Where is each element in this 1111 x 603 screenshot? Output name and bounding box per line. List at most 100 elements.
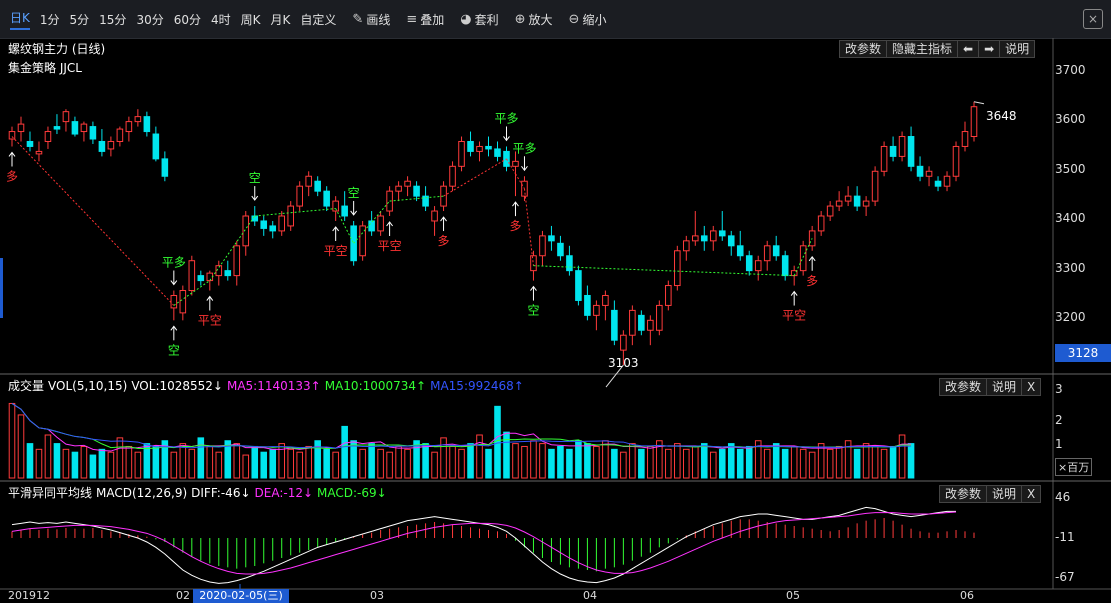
volume-bar xyxy=(359,448,366,479)
candle-body xyxy=(233,245,241,277)
x-axis-label: 02 xyxy=(176,589,190,602)
candle-body xyxy=(593,304,600,316)
candle-body xyxy=(880,145,888,172)
x-axis-label: 04 xyxy=(583,589,597,602)
signal-label: 空 xyxy=(527,304,539,318)
macd-legend: 平滑异同平均线 MACD(12,26,9) DIFF:-46↓ DEA:-12↓ MAC… xyxy=(8,484,391,501)
volume-bar xyxy=(485,448,492,479)
arrow-right-icon[interactable]: ➡ xyxy=(978,40,1001,58)
candle-body xyxy=(161,158,169,177)
close-panel-button[interactable]: X xyxy=(1021,378,1042,396)
volume-tick: 3 xyxy=(1055,382,1063,396)
volume-bar xyxy=(494,405,501,479)
close-panel-button[interactable]: X xyxy=(1021,485,1042,503)
candle-body xyxy=(107,140,115,150)
help-button[interactable]: 说明 xyxy=(986,378,1023,396)
arrow-left-icon[interactable]: ⬅ xyxy=(957,40,980,58)
candle-body xyxy=(736,245,744,257)
volume-bar xyxy=(377,448,384,479)
candle-body xyxy=(323,190,330,207)
volume-bar xyxy=(521,445,528,479)
macd-dea: DEA:-12↓ xyxy=(254,486,314,500)
volume-bar xyxy=(557,445,564,479)
candle-body xyxy=(799,245,807,272)
volume-bar xyxy=(89,454,97,479)
volume-bar xyxy=(638,448,645,479)
candle-body xyxy=(152,133,160,160)
candle-body xyxy=(62,111,70,123)
volume-bar xyxy=(125,445,133,479)
volume-bar xyxy=(880,448,888,479)
candle-body xyxy=(44,131,52,142)
candle-body xyxy=(341,205,348,217)
candle-body xyxy=(80,123,88,133)
candle-body xyxy=(835,200,843,207)
candle-body xyxy=(179,290,187,314)
candle-body xyxy=(224,270,232,277)
candle-body xyxy=(781,255,789,277)
candle-body xyxy=(709,230,717,242)
candle-body xyxy=(539,235,546,257)
x-axis-label: 201912 xyxy=(8,589,50,602)
candle-body xyxy=(674,250,681,287)
hide-main-indicator-button[interactable]: 隐藏主指标 xyxy=(886,40,959,58)
price-tick: 3400 xyxy=(1055,211,1086,225)
candle-body xyxy=(53,126,61,130)
edit-params-button[interactable]: 改参数 xyxy=(839,40,888,58)
signal-label: 平空 xyxy=(324,244,348,258)
signal-label: 多 xyxy=(806,274,818,288)
price-tick: 3300 xyxy=(1055,261,1086,275)
price-tick: 3700 xyxy=(1055,63,1086,77)
help-button[interactable]: 说明 xyxy=(986,485,1023,503)
volume-bar xyxy=(107,451,115,479)
volume-bar xyxy=(566,448,573,479)
candle-body xyxy=(638,314,645,331)
volume-bar xyxy=(53,443,61,479)
volume-bar xyxy=(512,443,519,479)
volume-bar xyxy=(98,448,106,479)
candle-body xyxy=(143,116,151,133)
low-price-label: 3103 xyxy=(608,356,639,370)
volume-bar xyxy=(179,443,187,479)
candle-body xyxy=(629,309,636,336)
candle-body xyxy=(530,255,537,272)
volume-bar xyxy=(674,443,681,479)
candle-body xyxy=(71,121,79,135)
candle-body xyxy=(35,150,43,155)
candle-body xyxy=(665,285,672,306)
volume-bar xyxy=(242,454,250,479)
x-axis-label: 06 xyxy=(960,589,974,602)
volume-bar xyxy=(530,440,537,479)
volume-bar xyxy=(476,434,483,479)
volume-bar xyxy=(539,443,546,479)
volume-bar xyxy=(692,445,699,479)
help-button[interactable]: 说明 xyxy=(999,40,1036,58)
candle-body xyxy=(305,175,312,187)
volume-bar xyxy=(35,448,43,479)
signal-label: 平多 xyxy=(494,111,518,125)
volume-bar xyxy=(8,402,16,479)
candle-body xyxy=(745,255,753,272)
volume-bar xyxy=(332,451,339,479)
volume-bar xyxy=(629,443,636,479)
volume-bar xyxy=(467,443,474,479)
current-price-tag: 3128 xyxy=(1055,344,1111,362)
signal-label: 空 xyxy=(249,171,261,185)
candle-body xyxy=(98,140,106,152)
volume-bar xyxy=(772,443,780,479)
volume-title: 成交量 xyxy=(8,379,45,393)
volume-bar xyxy=(368,443,375,479)
volume-bar xyxy=(683,448,690,479)
volume-bar xyxy=(709,451,717,479)
candle-body xyxy=(458,140,465,167)
candle-body xyxy=(970,106,978,138)
candle-body xyxy=(278,215,286,232)
candle-body xyxy=(602,294,609,306)
edit-params-button[interactable]: 改参数 xyxy=(939,485,988,503)
candle-body xyxy=(251,215,259,222)
volume-bar xyxy=(233,443,241,479)
trend-connector xyxy=(523,188,534,266)
edit-params-button[interactable]: 改参数 xyxy=(939,378,988,396)
candle-body xyxy=(925,170,933,177)
chart-canvas[interactable]: 多平多空平空空平空空平空 多平多多平多空 平空多 xyxy=(0,0,1111,603)
